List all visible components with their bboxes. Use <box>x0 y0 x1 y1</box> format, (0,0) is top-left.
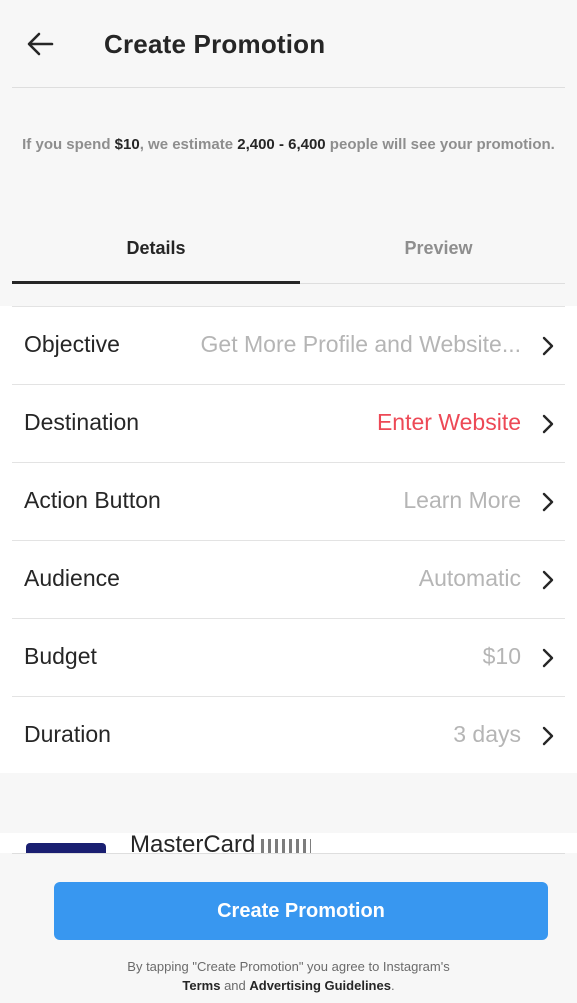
row-action-button[interactable]: Action Button Learn More <box>12 463 565 541</box>
chevron-right-icon <box>542 492 554 512</box>
chevron-right-icon <box>542 336 554 356</box>
tab-preview[interactable]: Preview <box>300 212 577 284</box>
terms-notice: By tapping "Create Promotion" you agree … <box>127 959 450 993</box>
tab-details[interactable]: Details <box>12 212 300 284</box>
row-objective[interactable]: Objective Get More Profile and Website..… <box>12 306 565 385</box>
row-label: Destination <box>24 409 140 435</box>
advertising-guidelines-link[interactable]: Advertising Guidelines <box>249 978 391 993</box>
row-value: Get More Profile and Website... <box>200 331 521 357</box>
tab-bar: Details Preview <box>12 212 565 284</box>
row-destination[interactable]: Destination Enter Website <box>12 385 565 463</box>
row-value: Automatic <box>418 565 521 591</box>
payment-method-row[interactable]: MasterCard <box>0 833 577 853</box>
row-value: Enter Website <box>376 409 521 435</box>
budget-amount: $10 <box>114 136 140 153</box>
create-promotion-button[interactable]: Create Promotion <box>54 882 548 940</box>
row-duration[interactable]: Duration 3 days <box>12 697 565 775</box>
settings-list: Objective Get More Profile and Website..… <box>0 306 577 775</box>
row-value: Learn More <box>403 487 521 513</box>
row-label: Duration <box>24 721 111 747</box>
row-label: Budget <box>24 643 97 669</box>
row-audience[interactable]: Audience Automatic <box>12 541 565 619</box>
chevron-right-icon <box>542 414 554 434</box>
mastercard-icon <box>26 843 106 853</box>
row-value: 3 days <box>453 721 521 747</box>
reach-estimate: If you spend $10, we estimate 2,400 - 6,… <box>22 136 555 153</box>
bottom-bar: Create Promotion By tapping "Create Prom… <box>0 853 577 1003</box>
card-name: MasterCard <box>130 833 312 853</box>
top-bar: Create Promotion <box>0 0 577 88</box>
reach-range: 2,400 - 6,400 <box>237 136 326 153</box>
row-value: $10 <box>482 643 521 669</box>
chevron-right-icon <box>542 570 554 590</box>
masked-card-number <box>261 838 312 853</box>
row-label: Audience <box>24 565 120 591</box>
chevron-right-icon <box>542 726 554 746</box>
chevron-right-icon <box>542 648 554 668</box>
active-tab-indicator <box>12 281 300 284</box>
arrow-left-icon[interactable] <box>24 28 56 60</box>
page-title: Create Promotion <box>104 29 326 59</box>
row-label: Action Button <box>24 487 161 513</box>
terms-link[interactable]: Terms <box>182 978 220 993</box>
row-label: Objective <box>24 331 120 357</box>
row-budget[interactable]: Budget $10 <box>12 619 565 697</box>
